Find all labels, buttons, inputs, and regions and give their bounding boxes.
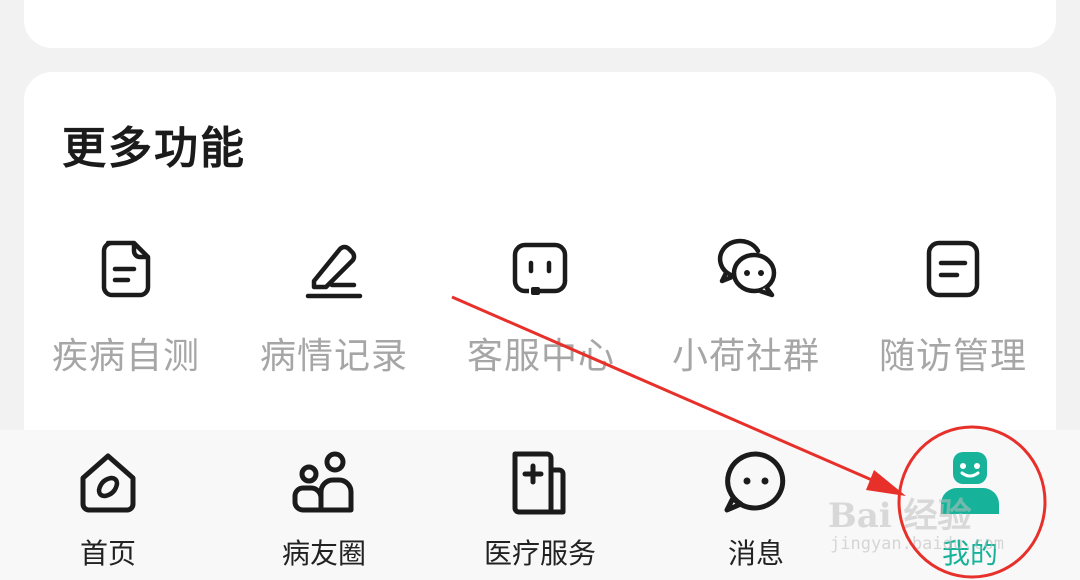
nav-label: 病友圈 <box>281 537 366 570</box>
feature-label: 病情记录 <box>259 336 408 377</box>
nav-label: 消息 <box>727 537 784 570</box>
headset-face-icon <box>512 242 568 295</box>
nav-home[interactable]: 首页 <box>8 448 208 572</box>
memo-icon <box>926 240 980 298</box>
baidu-watermark: Bai 经验 <box>828 496 972 536</box>
nav-messages[interactable]: 消息 <box>656 448 856 572</box>
feature-disease-self-test[interactable]: 疾病自测 <box>26 237 226 379</box>
feature-condition-record[interactable]: 病情记录 <box>234 237 434 379</box>
feature-follow-up-management[interactable]: 随访管理 <box>853 237 1053 379</box>
top-card <box>24 0 1056 48</box>
nav-label: 医疗服务 <box>483 537 596 570</box>
medical-doc-icon <box>512 451 566 515</box>
nav-patient-circle[interactable]: 病友圈 <box>224 448 424 572</box>
feature-xiaohe-community[interactable]: 小荷社群 <box>646 237 846 379</box>
feature-customer-service[interactable]: 客服中心 <box>441 237 641 379</box>
feature-label: 客服中心 <box>466 336 615 377</box>
community-icon <box>292 451 354 513</box>
nav-medical-services[interactable]: 医疗服务 <box>440 448 640 572</box>
chat-bubbles-icon <box>717 238 777 298</box>
feature-label: 小荷社群 <box>671 336 820 377</box>
pen-edit-icon <box>305 244 363 299</box>
feature-label: 随访管理 <box>878 336 1027 377</box>
section-title: 更多功能 <box>62 123 246 174</box>
nav-label: 首页 <box>79 537 136 570</box>
document-icon <box>101 240 151 298</box>
more-features-card: 更多功能 疾病自测 病情记录 客服中心 小荷社群 随访管理 <box>24 72 1056 492</box>
message-icon <box>724 451 786 513</box>
feature-label: 疾病自测 <box>51 336 200 377</box>
home-icon <box>80 453 136 513</box>
baidu-watermark-url: jingyan.baidu.com <box>830 534 1004 554</box>
